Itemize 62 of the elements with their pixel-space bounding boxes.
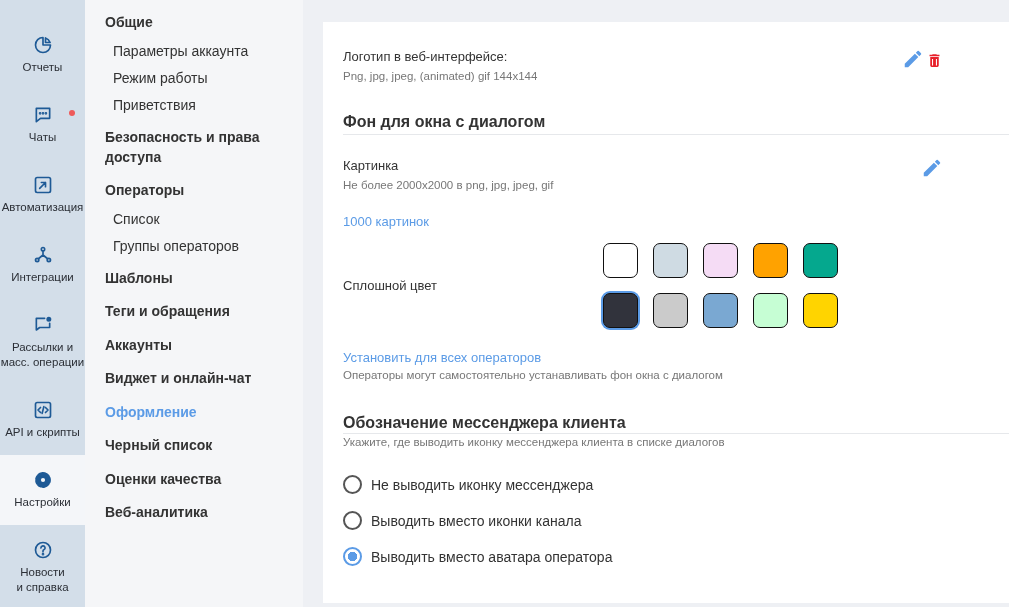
submenu-item[interactable]: Группы операторов bbox=[105, 236, 303, 256]
color-swatch[interactable] bbox=[653, 243, 688, 278]
hint-text: Png, jpg, jpeg, (animated) gif 144x144 bbox=[343, 69, 538, 84]
hint-text: Операторы могут самостоятельно устанавливать фон окна с диалогом bbox=[343, 368, 723, 383]
code-icon bbox=[32, 400, 53, 420]
menu-item[interactable]: Безопасность и права доступа bbox=[105, 124, 275, 169]
nav-label: Новости и справка bbox=[16, 565, 69, 595]
edit-icon[interactable] bbox=[902, 48, 924, 70]
menu-item[interactable]: Операторы bbox=[105, 178, 275, 202]
menu-item[interactable]: Веб-аналитика bbox=[105, 500, 275, 524]
section-heading: Фон для окна с диалогом bbox=[343, 113, 1009, 135]
color-swatch[interactable] bbox=[703, 293, 738, 328]
nav-item[interactable]: Новости и справка bbox=[0, 525, 85, 607]
nav-label: Отчеты bbox=[22, 60, 63, 75]
nav-item[interactable]: Автоматизация bbox=[0, 160, 85, 230]
menu-item[interactable]: Оценки качества bbox=[105, 466, 275, 491]
nav-item[interactable]: Чаты bbox=[0, 90, 85, 160]
menu-item[interactable]: Аккаунты bbox=[105, 332, 275, 357]
color-swatch[interactable] bbox=[603, 293, 638, 328]
submenu-item[interactable]: Приветствия bbox=[105, 95, 303, 115]
pie-chart-icon bbox=[32, 35, 53, 55]
field-label: Логотип в веб-интерфейсе: bbox=[343, 48, 509, 66]
radio-label: Не выводить иконку мессенджера bbox=[371, 476, 594, 493]
nav-label: Автоматизация bbox=[1, 200, 84, 215]
menu-item[interactable]: Черный список bbox=[105, 433, 275, 457]
submenu-item[interactable]: Режим работы bbox=[105, 68, 303, 88]
menu-item[interactable]: Теги и обращения bbox=[105, 299, 275, 323]
radio-button[interactable] bbox=[343, 511, 362, 530]
nav-item[interactable]: Настройки bbox=[0, 455, 85, 525]
color-swatch[interactable] bbox=[753, 243, 788, 278]
radio-button[interactable] bbox=[343, 547, 362, 566]
menu-item[interactable]: Виджет и онлайн-чат bbox=[105, 366, 275, 390]
edit-icon[interactable] bbox=[921, 157, 943, 179]
network-nodes-icon bbox=[32, 245, 53, 265]
radio-label: Выводить вместо иконки канала bbox=[371, 512, 582, 529]
hint-text: Укажите, где выводить иконку мессенджера клиента в списке диалогов bbox=[343, 435, 725, 450]
nav-label: Настройки bbox=[14, 495, 71, 510]
color-swatch[interactable] bbox=[803, 293, 838, 328]
hint-text: Не более 2000x2000 в png, jpg, jpeg, gif bbox=[343, 178, 554, 193]
color-swatch[interactable] bbox=[753, 293, 788, 328]
color-swatch[interactable] bbox=[603, 243, 638, 278]
submenu-item[interactable]: Параметры аккаунта bbox=[105, 41, 303, 61]
nav-label: Рассылки и масс. операции bbox=[0, 340, 85, 370]
nav-item[interactable]: Интеграции bbox=[0, 230, 85, 300]
nav-item[interactable]: Рассылки и масс. операции bbox=[0, 300, 85, 385]
color-swatch[interactable] bbox=[803, 243, 838, 278]
nav-item[interactable]: Отчеты bbox=[0, 20, 85, 90]
nav-label: API и скрипты bbox=[5, 425, 80, 440]
section-heading: Обозначение мессенджера клиента bbox=[343, 414, 1009, 434]
radio-label: Выводить вместо аватара оператора bbox=[371, 548, 613, 565]
color-swatch[interactable] bbox=[703, 243, 738, 278]
menu-item[interactable]: Шаблоны bbox=[105, 265, 275, 290]
help-icon bbox=[32, 540, 53, 560]
radio-button[interactable] bbox=[343, 475, 362, 494]
field-label: Сплошной цвет bbox=[343, 276, 438, 295]
nav-label: Интеграции bbox=[11, 270, 74, 285]
color-swatch[interactable] bbox=[653, 293, 688, 328]
nav-label: Чаты bbox=[28, 130, 57, 145]
menu-item[interactable]: Общие bbox=[105, 10, 275, 34]
submenu-item[interactable]: Список bbox=[105, 209, 303, 229]
nav-item[interactable]: API и скрипты bbox=[0, 385, 85, 455]
field-label: Картинка bbox=[343, 157, 400, 175]
